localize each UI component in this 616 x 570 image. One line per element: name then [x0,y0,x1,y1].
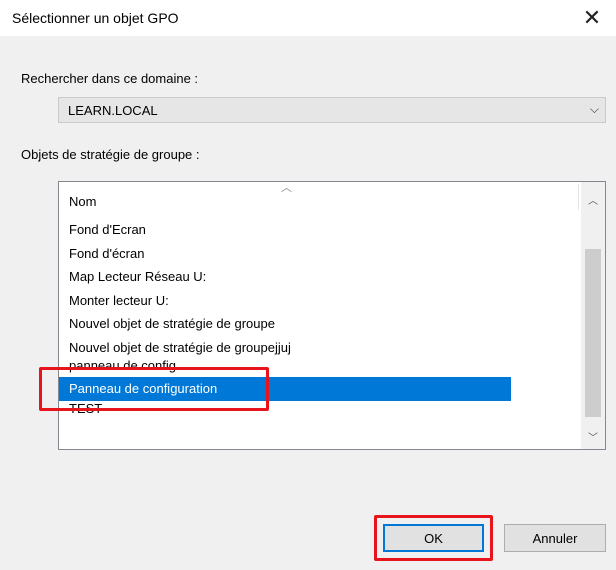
list-item[interactable]: Map Lecteur Réseau U: [59,265,511,289]
list-item[interactable]: Nouvel objet de stratégie de groupe [59,312,511,336]
list-item[interactable]: Monter lecteur U: [59,289,511,313]
list-item[interactable]: Fond d'Ecran [59,218,511,242]
scroll-up-icon[interactable]: ︿ [581,188,605,210]
list-item[interactable]: Nouvel objet de stratégie de groupejjuj [59,336,511,360]
close-icon[interactable]: ✕ [578,4,606,32]
list-item[interactable]: Fond d'écran [59,242,511,266]
column-header-name[interactable]: ︿ Nom [59,181,581,215]
title-bar: Sélectionner un objet GPO ✕ [0,0,616,36]
annotation-highlight-item [39,367,269,411]
column-divider[interactable] [578,184,579,210]
chevron-down-icon[interactable]: ⌵ [590,102,599,117]
annotation-highlight-ok [374,515,493,561]
dialog-title: Sélectionner un objet GPO [12,10,179,26]
vertical-scrollbar[interactable]: ︿ ﹀ [581,182,605,449]
select-gpo-dialog: Sélectionner un objet GPO ✕ Rechercher d… [0,0,616,570]
domain-select-value: LEARN.LOCAL [68,103,158,118]
gpo-list-label: Objets de stratégie de groupe : [21,147,200,162]
domain-select[interactable]: LEARN.LOCAL ⌵ [58,97,606,123]
scroll-down-icon[interactable]: ﹀ [581,425,605,447]
scrollbar-thumb[interactable] [585,249,601,417]
domain-label: Rechercher dans ce domaine : [21,71,199,86]
sort-ascending-icon: ︿ [281,181,292,194]
cancel-button[interactable]: Annuler [504,524,606,552]
column-header-label: Nom [69,194,97,209]
